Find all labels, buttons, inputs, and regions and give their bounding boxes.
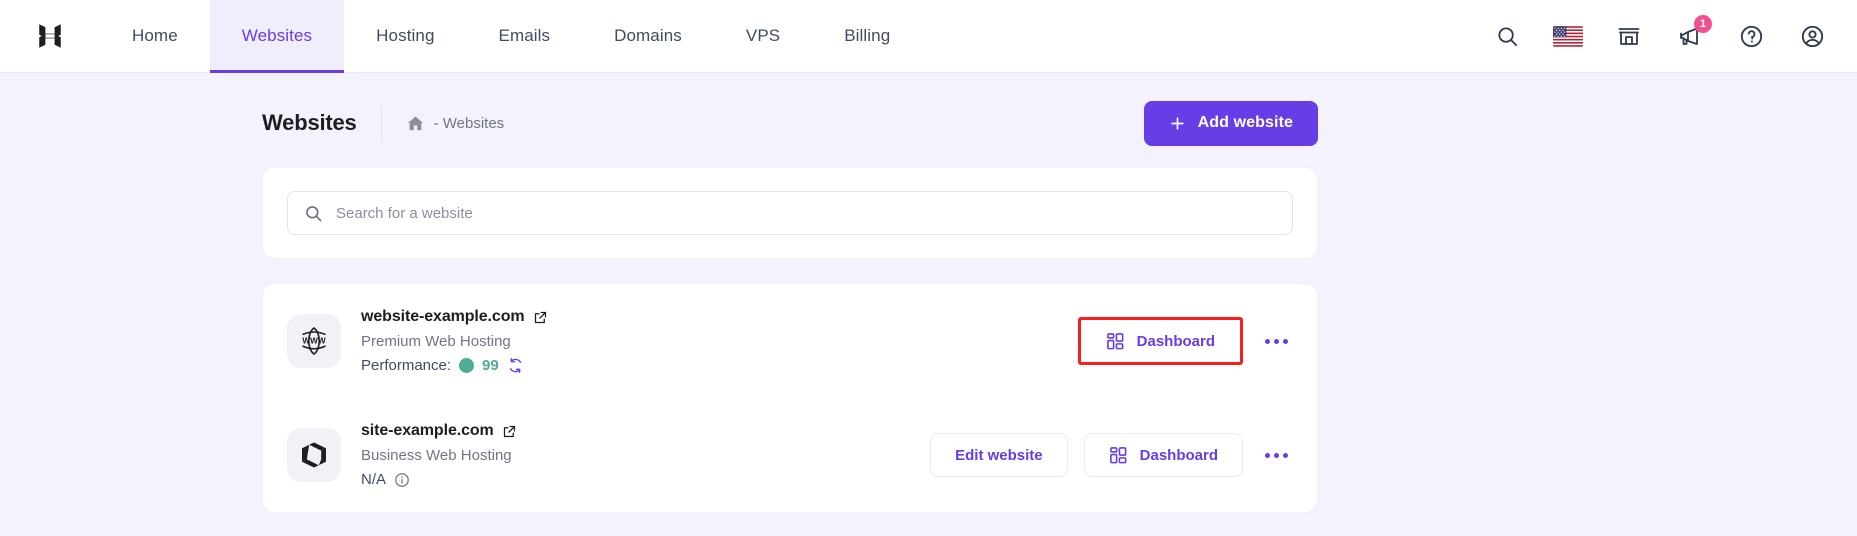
external-link-icon[interactable] [502,424,517,439]
nav-item-emails[interactable]: Emails [467,0,583,72]
nav-item-home[interactable]: Home [100,0,210,72]
dashboard-button[interactable]: Dashboard [1080,320,1240,362]
breadcrumb: - Websites [406,114,505,133]
site-domain: website-example.com [361,308,525,325]
main-nav: Home Websites Hosting Emails Domains VPS… [100,0,922,73]
table-row: WWW website-example.com Premium Web Host… [287,284,1293,398]
language-flag-icon[interactable] [1553,21,1583,51]
more-options-icon[interactable] [1259,324,1293,358]
nav-label: VPS [745,26,781,45]
add-website-button[interactable]: Add website [1143,100,1318,146]
site-name-row-2[interactable]: site-example.com [361,422,930,440]
more-options-icon[interactable] [1259,438,1293,472]
title-divider [380,105,382,141]
svg-text:WWW: WWW [302,337,325,346]
nav-item-websites[interactable]: Websites [209,0,345,73]
site-performance: N/A [361,471,930,488]
dashboard-label: Dashboard [1136,332,1215,350]
site-info: site-example.com Business Web Hosting N/… [361,422,930,488]
account-icon[interactable] [1797,21,1827,51]
grid-dashboard-icon [1109,446,1128,465]
site-domain: site-example.com [361,422,494,439]
page-container: Websites - Websites Add website Search f… [262,73,1318,513]
topbar-icon-group: 1 [1492,0,1857,72]
breadcrumb-current[interactable]: - Websites [434,115,505,132]
plus-icon [1169,115,1186,132]
help-icon[interactable] [1736,21,1766,51]
page-title: Websites [262,110,357,135]
cube-site-icon [287,428,341,482]
store-icon[interactable] [1614,21,1644,51]
websites-list-card: WWW website-example.com Premium Web Host… [262,283,1318,513]
nav-label: Billing [844,26,891,45]
site-plan: Business Web Hosting [361,447,512,464]
nav-label: Emails [498,26,551,45]
site-plan: Premium Web Hosting [361,333,511,350]
site-performance: Performance: 99 [361,357,1078,374]
home-icon[interactable] [406,114,425,133]
performance-label: Performance: [361,357,452,374]
row-actions: Dashboard [1077,317,1293,365]
search-input[interactable] [336,204,1276,222]
performance-score: 99 [482,357,499,374]
www-globe-icon: WWW [287,314,341,368]
page-body: Websites - Websites Add website Search f… [0,73,1857,536]
search-icon [304,204,323,223]
grid-dashboard-icon [1106,332,1125,351]
performance-na-value: N/A [361,471,387,488]
nav-label: Hosting [376,26,435,45]
add-website-label: Add website [1197,114,1293,131]
edit-website-label: Edit website [955,446,1043,464]
edit-website-button[interactable]: Edit website [930,433,1068,477]
hostinger-logo-icon [39,24,61,48]
announcements-icon[interactable]: 1 [1675,15,1712,51]
site-name-row-1[interactable]: website-example.com [361,308,1078,326]
external-link-icon[interactable] [533,310,548,325]
search-card [262,167,1318,259]
top-navigation-bar: Home Websites Hosting Emails Domains VPS… [0,0,1857,73]
search-box[interactable] [287,191,1293,235]
nav-label: Domains [614,26,682,45]
nav-item-hosting[interactable]: Hosting [344,0,466,72]
dashboard-button[interactable]: Dashboard [1083,433,1243,477]
info-icon[interactable] [394,472,410,488]
nav-item-vps[interactable]: VPS [714,0,812,72]
nav-label: Home [132,26,178,45]
dashboard-label: Dashboard [1139,446,1218,464]
nav-item-domains[interactable]: Domains [582,0,714,72]
page-header: Websites - Websites Add website [262,73,1318,167]
site-info: website-example.com Premium Web Hosting … [361,308,1078,374]
search-icon[interactable] [1492,21,1522,51]
nav-label: Websites [241,26,313,45]
nav-item-billing[interactable]: Billing [812,0,922,72]
hostinger-logo[interactable] [0,0,100,72]
notification-badge: 1 [1694,15,1712,33]
annotation-highlight-box: Dashboard [1077,317,1243,365]
performance-status-dot [459,358,475,373]
row-actions: Edit website Dashboard [930,433,1293,477]
table-row: site-example.com Business Web Hosting N/… [287,398,1293,512]
refresh-icon[interactable] [507,357,524,374]
